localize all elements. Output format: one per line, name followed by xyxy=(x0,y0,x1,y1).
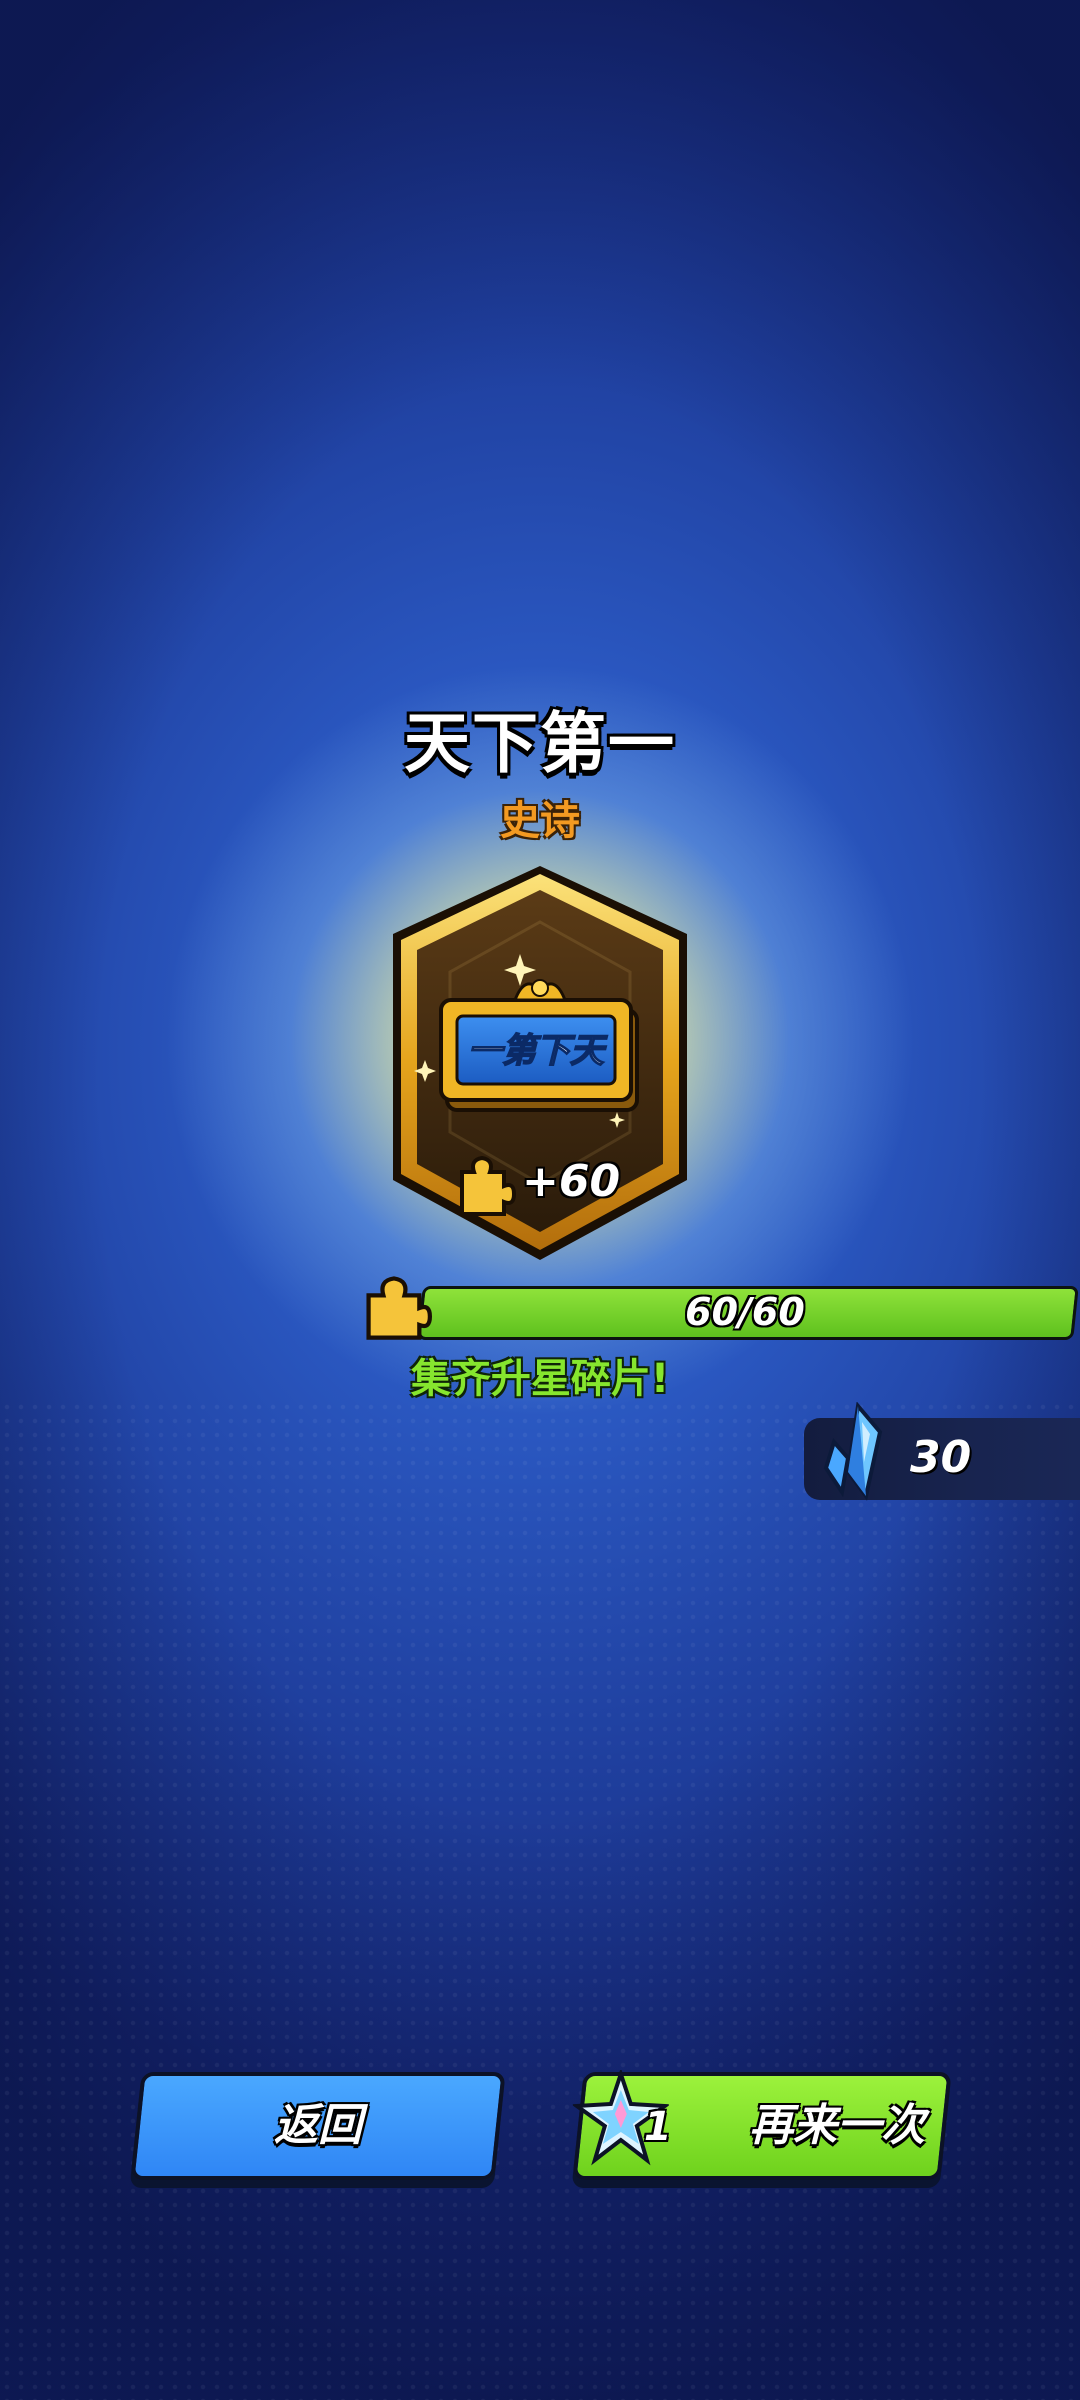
shard-gain-row: +60 xyxy=(448,1150,648,1220)
back-button-label: 返回 xyxy=(274,2100,362,2151)
shard-gain-amount: +60 xyxy=(522,1156,621,1207)
svg-text:一第下天: 一第下天 xyxy=(468,1031,608,1071)
puzzle-piece-icon xyxy=(460,1155,517,1216)
shard-progress: 60/60 xyxy=(358,1266,1079,1346)
retry-button[interactable]: 1 再来一次 xyxy=(572,2070,952,2180)
currency-value: 30 xyxy=(910,1432,972,1483)
progress-text: 60/60 xyxy=(685,1290,805,1334)
retry-button-label: 再来一次 xyxy=(749,2100,925,2151)
reward-rarity: 史诗 xyxy=(500,798,580,844)
puzzle-piece-icon xyxy=(366,1276,432,1340)
reward-title: 天下第一 xyxy=(404,705,676,782)
progress-message: 集齐升星碎片! xyxy=(410,1356,670,1402)
background-pattern xyxy=(0,1400,1080,2400)
blue-crystal-icon xyxy=(823,1402,883,1501)
back-button[interactable]: 返回 xyxy=(130,2072,506,2180)
currency-display: 30 xyxy=(804,1402,1080,1501)
retry-cost: 1 xyxy=(643,2104,672,2150)
